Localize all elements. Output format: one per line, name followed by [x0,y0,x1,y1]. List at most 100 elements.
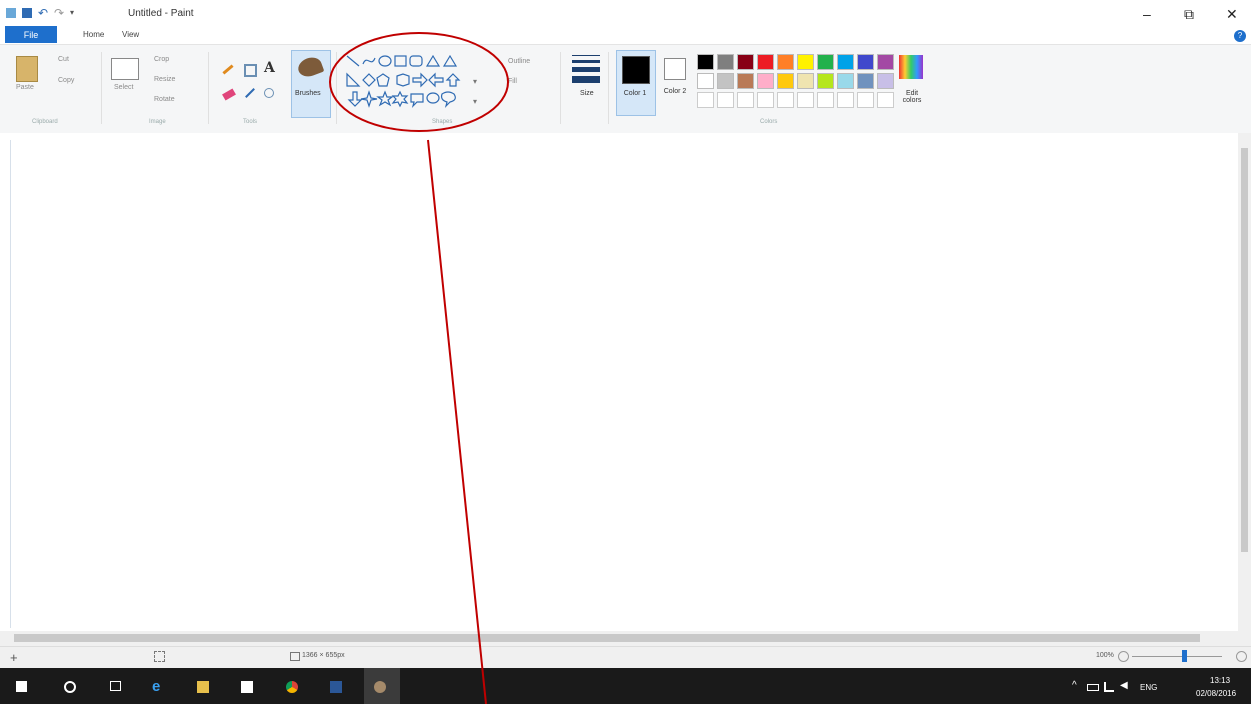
horizontal-scroll-thumb[interactable] [14,634,1200,642]
store-icon[interactable] [241,681,253,693]
palette-swatch[interactable] [737,73,754,89]
maximize-button[interactable]: ⧉ [1184,6,1194,23]
word-icon[interactable] [330,681,342,693]
volume-icon[interactable]: ◀ [1120,680,1128,691]
palette-swatch[interactable] [757,73,774,89]
battery-icon[interactable] [1087,684,1099,691]
edit-colors-label[interactable]: Edit colors [896,90,928,104]
tray-chevron-icon[interactable]: ^ [1072,680,1077,691]
select-icon[interactable] [111,58,139,80]
copy-button[interactable]: Copy [58,77,74,84]
palette-swatch[interactable] [697,54,714,70]
size-line-thickest [572,76,600,83]
palette-swatch-empty[interactable] [777,92,794,108]
palette-swatch[interactable] [837,73,854,89]
rotate-button[interactable]: Rotate [154,96,175,103]
triangle-shape-icon [425,54,458,67]
paste-label[interactable]: Paste [16,84,34,91]
palette-swatch[interactable] [797,73,814,89]
undo-icon[interactable]: ↶ [38,7,48,19]
color2-label[interactable]: Color 2 [660,88,690,95]
palette-swatch[interactable] [877,54,894,70]
up-arrow-shape-icon [445,73,461,87]
add-icon: + [10,650,18,665]
palette-swatch[interactable] [777,54,794,70]
network-icon[interactable] [1104,682,1114,692]
paint-taskbar-icon [374,681,386,693]
curve-shape-icon [362,57,376,65]
tab-view[interactable]: View [122,30,139,39]
fill-button[interactable]: Fill [508,78,517,85]
canvas-area[interactable] [0,133,1251,631]
zoom-out-button[interactable] [1118,651,1129,662]
window-title: Untitled - Paint [128,8,194,19]
vertical-scroll-thumb[interactable] [1241,148,1248,552]
task-view-icon[interactable] [110,681,121,691]
group-image: Image [149,119,166,125]
canvas-dimensions: 1366 × 655px [302,652,345,659]
palette-swatch[interactable] [817,54,834,70]
palette-swatch[interactable] [717,73,734,89]
resize-button[interactable]: Resize [154,76,175,83]
size-label[interactable]: Size [580,90,594,97]
help-icon[interactable]: ? [1234,30,1246,42]
edit-colors-icon[interactable] [899,55,923,79]
palette-swatch[interactable] [797,54,814,70]
clock-date[interactable]: 02/08/2016 [1196,689,1236,698]
palette-swatch-empty[interactable] [877,92,894,108]
text-tool-icon[interactable]: A [264,60,275,76]
language-indicator[interactable]: ENG [1140,683,1157,692]
clock-time[interactable]: 13:13 [1210,676,1230,685]
size-line-thin [572,55,600,56]
chrome-icon[interactable] [286,681,298,693]
magnifier-icon[interactable] [264,88,274,98]
zoom-slider-thumb[interactable] [1182,650,1187,662]
minimize-button[interactable]: – [1143,6,1151,22]
cut-button[interactable]: Cut [58,56,69,63]
paste-icon[interactable] [16,56,38,82]
start-icon[interactable] [16,681,27,692]
size-line-medium [572,60,600,63]
palette-swatch-empty[interactable] [757,92,774,108]
palette-swatch-empty[interactable] [837,92,854,108]
customize-qat-icon[interactable]: ▾ [70,8,80,18]
edge-icon[interactable]: e [152,679,164,694]
tab-home[interactable]: Home [83,30,104,39]
palette-swatch[interactable] [737,54,754,70]
palette-swatch[interactable] [717,54,734,70]
palette-swatch[interactable] [817,73,834,89]
palette-swatch-empty[interactable] [697,92,714,108]
palette-swatch[interactable] [857,54,874,70]
close-button[interactable]: ✕ [1226,6,1238,23]
hexagon-shape-icon [396,73,410,87]
redo-icon[interactable]: ↷ [54,7,64,19]
palette-swatch[interactable] [857,73,874,89]
select-label[interactable]: Select [114,84,133,91]
palette-swatch[interactable] [697,73,714,89]
palette-swatch[interactable] [777,73,794,89]
palette-swatch[interactable] [877,73,894,89]
size-line-thick [572,67,600,72]
left-arrow-shape-icon [428,72,444,88]
crop-button[interactable]: Crop [154,56,169,63]
zoom-slider-track[interactable] [1132,656,1222,657]
palette-swatch[interactable] [837,54,854,70]
palette-swatch-empty[interactable] [857,92,874,108]
shapes-gallery[interactable]: ▾ ▾ [345,52,485,108]
file-explorer-icon[interactable] [197,681,209,693]
palette-swatch-empty[interactable] [737,92,754,108]
color2-swatch[interactable] [664,58,686,80]
zoom-in-button[interactable] [1236,651,1247,662]
palette-swatch-empty[interactable] [797,92,814,108]
taskbar [0,668,1251,704]
palette-swatch-empty[interactable] [717,92,734,108]
save-icon[interactable] [22,8,32,18]
palette-swatch[interactable] [757,54,774,70]
separator [560,52,561,124]
fill-bucket-icon[interactable] [244,64,257,77]
outline-button[interactable]: Outline [508,58,530,65]
search-icon[interactable] [64,681,76,693]
tab-file[interactable]: File [5,26,57,43]
size-icon[interactable] [572,55,600,83]
palette-swatch-empty[interactable] [817,92,834,108]
